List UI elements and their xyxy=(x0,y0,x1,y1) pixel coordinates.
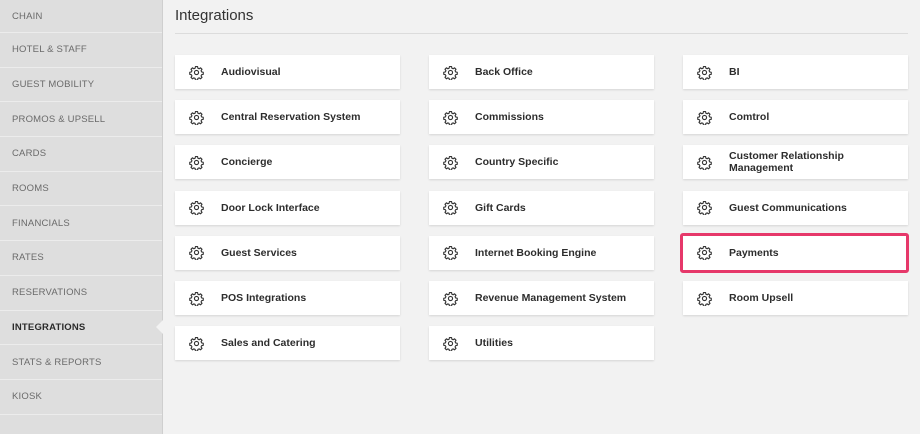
integration-card-label: Concierge xyxy=(221,156,273,169)
gear-icon xyxy=(189,155,204,170)
gear-icon xyxy=(443,65,458,80)
integration-card-customer-relationship-management[interactable]: Customer Relationship Management xyxy=(683,145,908,180)
gear-icon xyxy=(443,291,458,306)
sidebar-item-chain[interactable]: CHAIN xyxy=(0,0,162,33)
gear-icon xyxy=(443,336,458,351)
integration-card-label: Country Specific xyxy=(475,156,559,169)
integration-card-guest-services[interactable]: Guest Services xyxy=(175,235,400,270)
integration-card-commissions[interactable]: Commissions xyxy=(429,100,654,135)
sidebar: CHAIN HOTEL & STAFF GUEST MOBILITY PROMOS &… xyxy=(0,0,163,434)
gear-icon xyxy=(443,155,458,170)
integration-card-back-office[interactable]: Back Office xyxy=(429,55,654,89)
sidebar-item-rooms[interactable]: ROOMS xyxy=(0,172,162,207)
integration-card-label: Guest Services xyxy=(221,246,297,259)
gear-icon xyxy=(697,291,712,306)
sidebar-item-financials[interactable]: FINANCIALS xyxy=(0,206,162,242)
integration-card-label: Comtrol xyxy=(729,111,770,124)
integration-card-sales-and-catering[interactable]: Sales and Catering xyxy=(175,326,400,361)
integration-card-country-specific[interactable]: Country Specific xyxy=(429,145,654,180)
integration-card-label: Gift Cards xyxy=(475,201,526,214)
gear-icon xyxy=(443,110,458,125)
integration-card-label: Utilities xyxy=(475,337,513,350)
gear-icon xyxy=(697,110,712,125)
integration-card-central-reservation-system[interactable]: Central Reservation System xyxy=(175,100,400,135)
integration-card-comtrol[interactable]: Comtrol xyxy=(683,100,908,135)
integration-card-bi[interactable]: BI xyxy=(683,55,908,89)
integration-card-label: Sales and Catering xyxy=(221,337,316,350)
sidebar-item-guest-mobility[interactable]: GUEST MOBILITY xyxy=(0,68,162,103)
integration-card-guest-communications[interactable]: Guest Communications xyxy=(683,190,908,225)
integration-card-label: Revenue Management System xyxy=(475,292,627,304)
integration-card-concierge[interactable]: Concierge xyxy=(175,145,400,180)
gear-icon xyxy=(189,291,204,306)
integration-card-gift-cards[interactable]: Gift Cards xyxy=(429,190,654,225)
page-title: Integrations xyxy=(175,7,254,24)
sidebar-item-kiosk[interactable]: KIOSK xyxy=(0,380,162,415)
integration-card-pos-integrations[interactable]: POS Integrations xyxy=(175,281,400,315)
integration-card-label: BI xyxy=(729,66,740,78)
sidebar-item-hotel-and-staff[interactable]: HOTEL & STAFF xyxy=(0,33,162,68)
gear-icon xyxy=(697,245,712,261)
integration-card-label: Guest Communications xyxy=(729,201,847,214)
gear-icon xyxy=(697,200,712,216)
integration-card-label: Commissions xyxy=(475,111,544,124)
sidebar-item-promos-and-upsell[interactable]: PROMOS & UPSELL xyxy=(0,102,162,138)
app-window: CHAIN HOTEL & STAFF GUEST MOBILITY PROMOS &… xyxy=(0,0,920,434)
sidebar-item-stats-and-reports[interactable]: STATS & REPORTS xyxy=(0,345,162,380)
integration-card-label: Customer Relationship Management xyxy=(729,150,844,175)
integration-card-label: Audiovisual xyxy=(221,66,281,78)
gear-icon xyxy=(443,200,458,216)
integration-card-label: Back Office xyxy=(475,66,533,78)
gear-icon xyxy=(189,336,204,351)
integration-card-door-lock-interface[interactable]: Door Lock Interface xyxy=(175,190,400,225)
integration-card-label: Payments xyxy=(729,246,779,259)
integration-card-internet-booking-engine[interactable]: Internet Booking Engine xyxy=(429,235,654,270)
gear-icon xyxy=(697,155,712,170)
gear-icon xyxy=(189,245,204,261)
gear-icon xyxy=(189,110,204,125)
integration-card-payments[interactable]: Payments xyxy=(683,235,908,270)
integration-card-revenue-management-system[interactable]: Revenue Management System xyxy=(429,281,654,315)
sidebar-item-integrations[interactable]: INTEGRATIONS xyxy=(0,311,163,346)
integration-card-label: Internet Booking Engine xyxy=(475,246,597,259)
gear-icon xyxy=(443,245,458,261)
sidebar-item-rates[interactable]: RATES xyxy=(0,241,162,276)
main-content: Integrations Audiovisual Back Office BI Cen… xyxy=(163,0,920,434)
title-divider xyxy=(175,33,908,34)
sidebar-item-cards[interactable]: CARDS xyxy=(0,137,162,172)
integration-card-room-upsell[interactable]: Room Upsell xyxy=(683,281,908,315)
integration-card-label: Room Upsell xyxy=(729,292,794,304)
integration-card-audiovisual[interactable]: Audiovisual xyxy=(175,55,400,89)
integration-card-label: Central Reservation System xyxy=(221,111,361,124)
integration-card-label: POS Integrations xyxy=(221,292,307,304)
gear-icon xyxy=(189,200,204,216)
gear-icon xyxy=(189,65,204,80)
gear-icon xyxy=(697,65,712,80)
integration-card-label: Door Lock Interface xyxy=(221,201,320,214)
integration-card-utilities[interactable]: Utilities xyxy=(429,326,654,361)
sidebar-item-reservations[interactable]: RESERVATIONS xyxy=(0,276,162,311)
